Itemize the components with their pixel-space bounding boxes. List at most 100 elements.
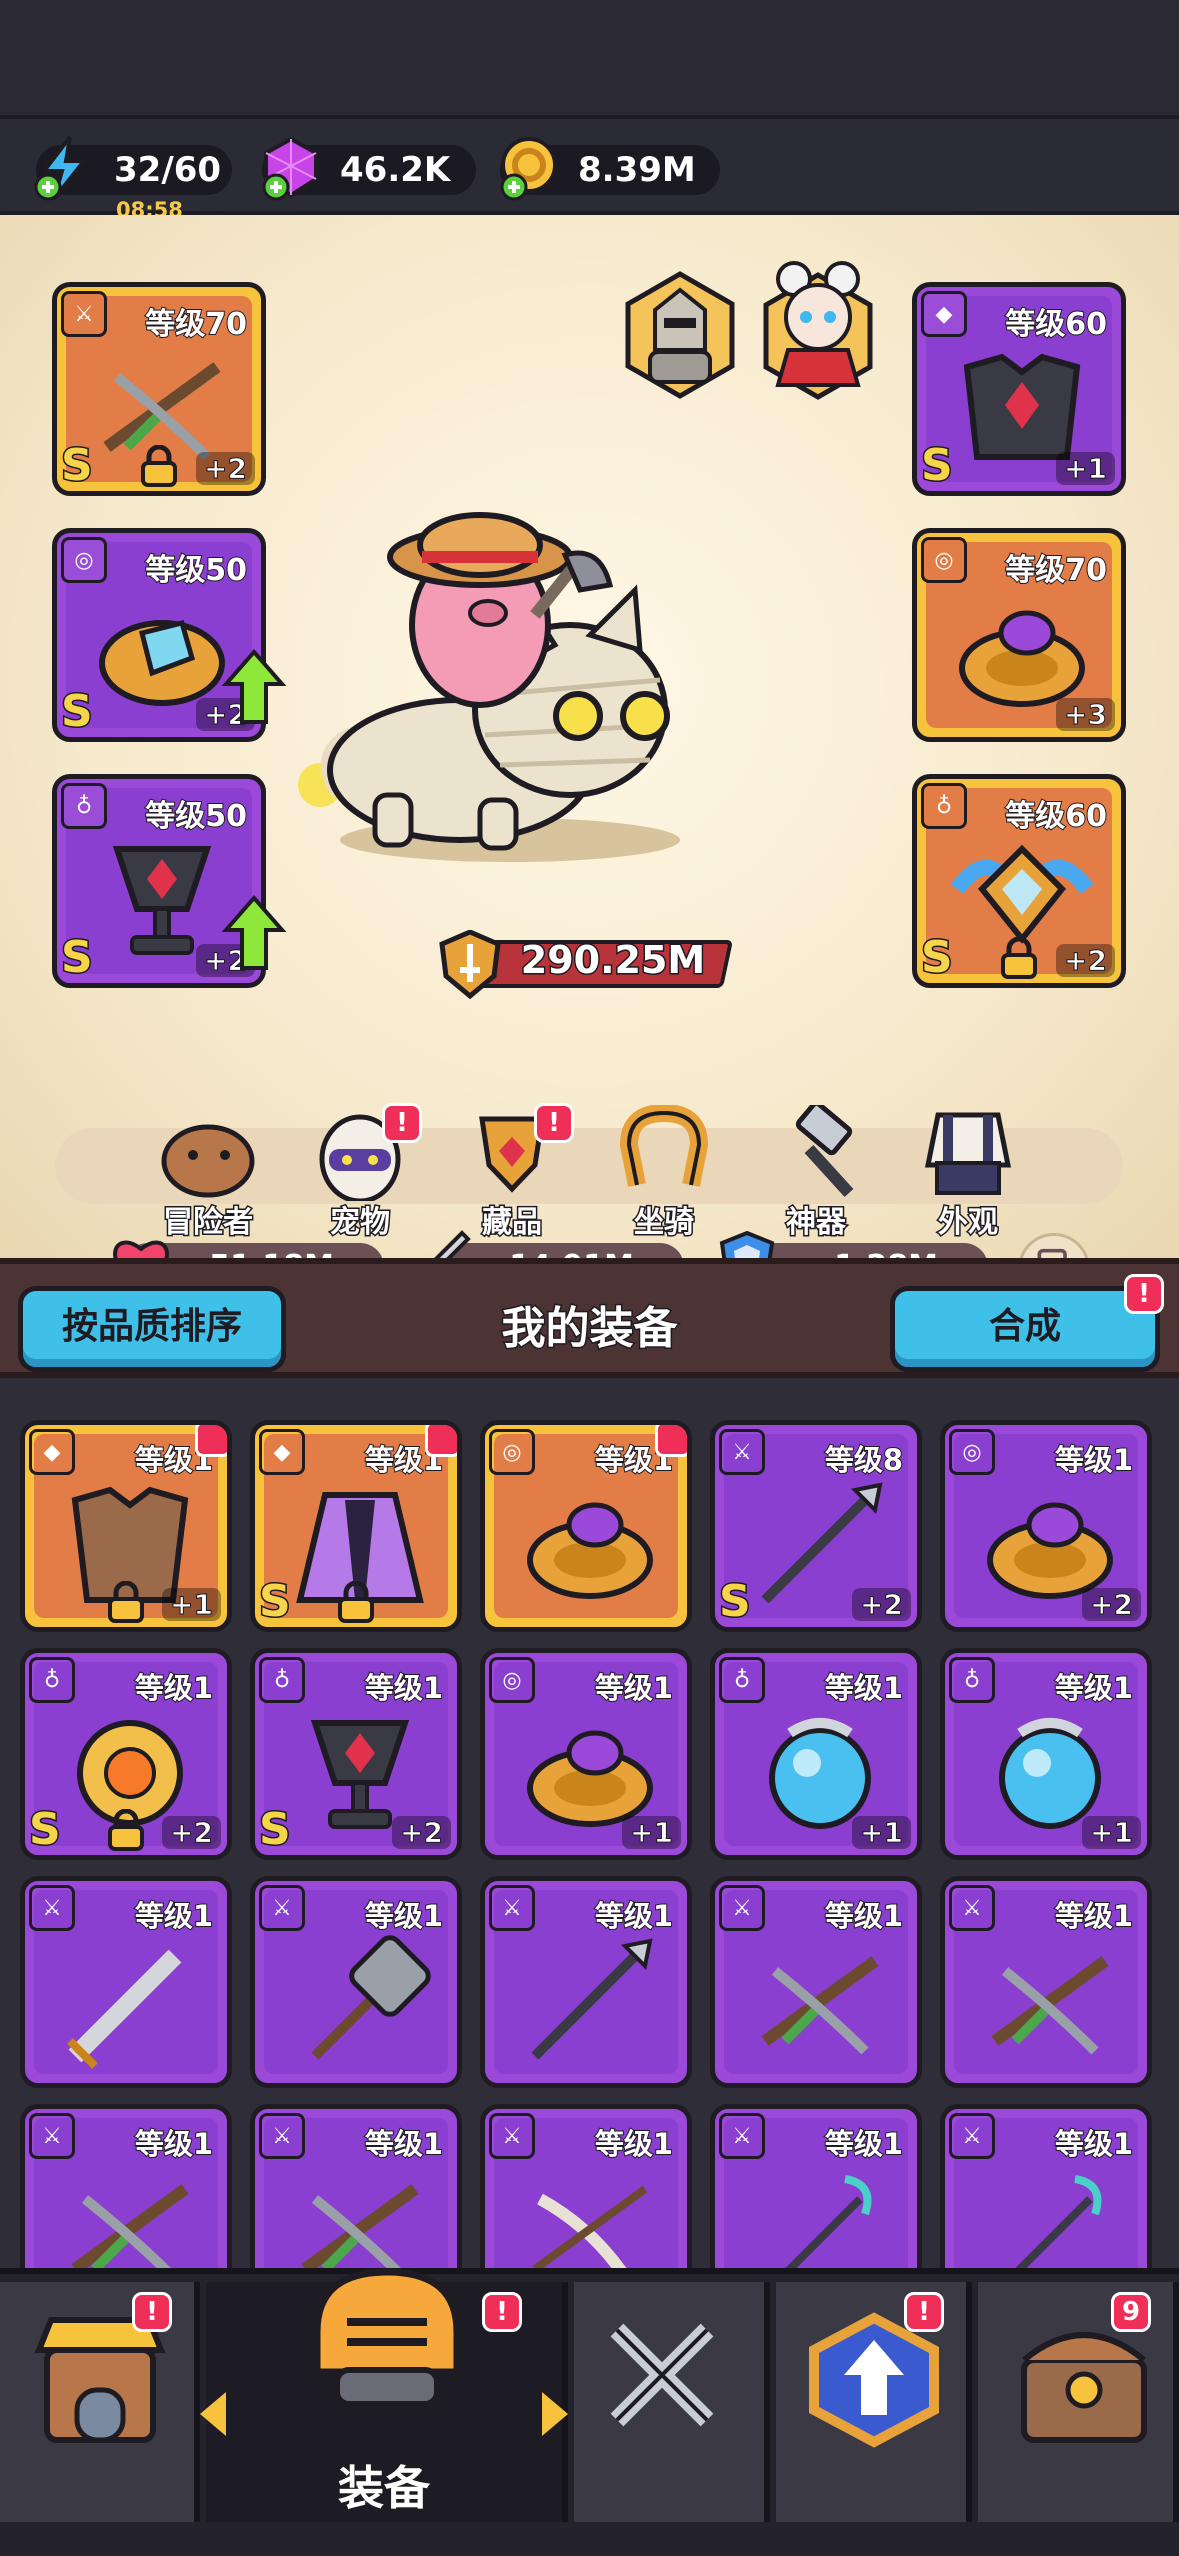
item-level: 等级1 — [1054, 2126, 1134, 2162]
inventory-item[interactable]: ⚔ 等级1 — [20, 2104, 232, 2268]
inventory-item[interactable]: ⚔ 等级1 — [940, 2104, 1152, 2268]
sword-icon: ⚔ — [29, 1885, 75, 1931]
item-level: 等级1 — [134, 1898, 214, 1934]
gems-counter[interactable]: 46.2K — [262, 136, 476, 201]
sword-icon: ⚔ — [949, 2113, 995, 2159]
item-grade: S — [60, 931, 95, 984]
energy-counter[interactable]: 32/60 08:58 — [34, 135, 232, 222]
item-level: 等级1 — [824, 1898, 904, 1934]
item-plus: +2 — [1056, 944, 1115, 978]
inventory-item[interactable]: ◎ 等级1 +2 — [940, 1420, 1152, 1632]
necklace-icon: ♁ — [921, 783, 967, 829]
power-display: 290.25M — [438, 930, 734, 1000]
inventory-item[interactable]: ⚔ 等级1 — [250, 1876, 462, 2088]
necklace-icon: ♁ — [719, 1657, 765, 1703]
nav-tab-upgrade-badge[interactable]: ! — [776, 2282, 972, 2522]
staff-icon — [1015, 2175, 1102, 2268]
menu-item-egg-pet[interactable]: 宠物! — [300, 1103, 422, 1242]
nav-left-arrow-icon[interactable] — [200, 2392, 226, 2436]
item-plus: +2 — [196, 452, 255, 486]
nav-tab-crossed-swords[interactable] — [574, 2282, 770, 2522]
nav-alert-badge: ! — [904, 2292, 944, 2332]
sword-icon: ⚔ — [61, 291, 107, 337]
inventory-item[interactable]: ♁ 等级1 +1 — [940, 1648, 1152, 1860]
item-level: 等级8 — [824, 1442, 904, 1478]
inventory-item[interactable]: ⚔ 等级1 — [710, 1876, 922, 2088]
energy-value: 32/60 — [114, 150, 222, 190]
merge-button[interactable]: 合成 — [890, 1286, 1160, 1372]
gem-icon — [262, 136, 318, 201]
menu-item-outfit[interactable]: 外观 — [908, 1105, 1028, 1242]
item-plus: +2 — [162, 1816, 221, 1850]
outfit-icon — [924, 1112, 1012, 1195]
inventory-item[interactable]: ◆ 等级1 S — [250, 1420, 462, 1632]
coins-value: 8.39M — [578, 150, 696, 190]
item-grade: S — [28, 1803, 63, 1856]
equipped-slot[interactable]: ◆ 等级60 +1 S — [912, 282, 1126, 496]
inventory-item[interactable]: ⚔ 等级1 — [480, 2104, 692, 2268]
nav-tab-treasure-chest[interactable]: 9 — [978, 2282, 1179, 2522]
gems-value: 46.2K — [340, 150, 451, 190]
item-level: 等级1 — [824, 2126, 904, 2162]
menu-item-label: 冒险者 — [162, 1204, 255, 1242]
item-level: 等级1 — [364, 2126, 444, 2162]
menu-item-label: 坐骑 — [633, 1204, 696, 1242]
equipment-header: 按品质排序 我的装备 合成 ! — [0, 1258, 1179, 1378]
crossbow-icon — [301, 2184, 419, 2268]
item-grade: S — [920, 439, 955, 492]
inventory-grid: ◆ 等级1 +1 ◆ 等级1 S ◎ 等级1 ⚔ 等级8 +2 S ◎ 等级1 +2 ♁ 等级1 +2 S ♁ 等级1 +… — [0, 1378, 1179, 2268]
nav-tab-shop[interactable]: ! — [0, 2282, 200, 2522]
inventory-item[interactable]: ⚔ 等级8 +2 S — [710, 1420, 922, 1632]
hero-character[interactable] — [280, 495, 720, 875]
inventory-item[interactable]: ◆ 等级1 +1 — [20, 1420, 232, 1632]
inventory-item[interactable]: ◎ 等级1 — [480, 1420, 692, 1632]
item-grade: S — [718, 1575, 753, 1628]
item-grade: S — [258, 1803, 293, 1856]
item-level: 等级1 — [1054, 1442, 1134, 1478]
inventory-item[interactable]: ♁ 等级1 +2 S — [20, 1648, 232, 1860]
menu-alert-badge: ! — [382, 1103, 422, 1143]
nav-right-arrow-icon[interactable] — [542, 2392, 568, 2436]
nav-tab-label: 装备 — [337, 2460, 432, 2517]
sword-icon — [67, 1949, 182, 2069]
nav-alert-badge: 9 — [1111, 2292, 1151, 2332]
item-grade: S — [258, 1575, 293, 1628]
menu-item-label: 宠物 — [329, 1204, 392, 1242]
companion-girl-icon[interactable] — [758, 255, 878, 400]
inventory-item[interactable]: ⚔ 等级1 — [20, 1876, 232, 2088]
item-level: 等级60 — [1004, 798, 1108, 835]
item-plus: +1 — [1082, 1816, 1141, 1850]
sword-icon: ⚔ — [489, 1885, 535, 1931]
bottom-nav: ! 装备!! 9 — [0, 2268, 1179, 2556]
companion-knight-icon[interactable] — [620, 270, 740, 400]
merge-alert-badge: ! — [1124, 1274, 1164, 1314]
item-level: 等级1 — [594, 1898, 674, 1934]
inventory-item[interactable]: ⚔ 等级1 — [940, 1876, 1152, 2088]
inventory-item[interactable]: ♁ 等级1 +2 S — [250, 1648, 462, 1860]
inventory-item[interactable]: ♁ 等级1 +1 — [710, 1648, 922, 1860]
inventory-item[interactable]: ⚔ 等级1 — [250, 2104, 462, 2268]
inventory-item[interactable]: ◎ 等级1 +1 — [480, 1648, 692, 1860]
upgrade-arrow-icon — [222, 894, 286, 970]
inventory-item[interactable]: ⚔ 等级1 — [480, 1876, 692, 2088]
ring-icon: ◎ — [489, 1657, 535, 1703]
equipped-slot[interactable]: ◎ 等级70 +3 — [912, 528, 1126, 742]
upgrade-arrow-icon — [222, 648, 286, 724]
menu-item-capybara[interactable]: 冒险者 — [148, 1105, 268, 1242]
crossbow-icon — [71, 2184, 189, 2268]
spear-icon — [531, 1938, 653, 2060]
menu-item-label: 藏品 — [481, 1204, 544, 1242]
necklace-icon: ♁ — [259, 1657, 305, 1703]
bone-bow-icon — [532, 2185, 648, 2268]
power-value: 290.25M — [519, 937, 706, 984]
equipped-slot[interactable]: ⚔ 等级70 +2 S — [52, 282, 266, 496]
menu-item-trophy[interactable]: 藏品! — [452, 1103, 574, 1242]
horseshoe-icon — [619, 1103, 709, 1187]
equipped-slot[interactable]: ♁ 等级60 +2 S — [912, 774, 1126, 988]
menu-item-horseshoe[interactable]: 坐骑 — [604, 1103, 724, 1242]
inventory-item[interactable]: ⚔ 等级1 — [710, 2104, 922, 2268]
nav-tab-helmet[interactable]: 装备! — [200, 2268, 568, 2522]
coins-counter[interactable]: 8.39M — [500, 137, 720, 201]
menu-item-hammer[interactable]: 神器 — [756, 1100, 876, 1242]
necklace-icon: ♁ — [29, 1657, 75, 1703]
